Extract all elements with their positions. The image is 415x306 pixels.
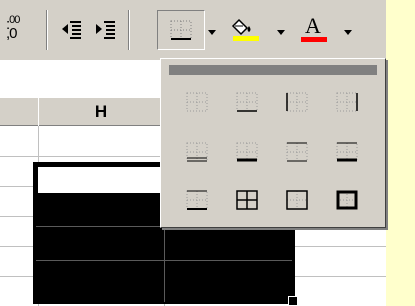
font-color-dropdown-arrow[interactable] xyxy=(344,30,352,35)
increase-indent-icon xyxy=(96,21,115,39)
right-border-icon xyxy=(336,92,358,112)
outside-borders-option[interactable] xyxy=(281,185,313,215)
bottom-double-border-icon xyxy=(186,142,208,162)
top-double-bottom-border-option[interactable] xyxy=(181,185,213,215)
top-double-bottom-border-icon xyxy=(186,190,208,210)
increase-indent-button[interactable] xyxy=(90,14,120,44)
decrease-indent-button[interactable] xyxy=(56,14,86,44)
bottom-border-icon xyxy=(236,92,258,112)
left-border-icon xyxy=(286,92,308,112)
column-header-h[interactable]: H xyxy=(38,98,164,126)
cell-divider xyxy=(36,260,292,261)
no-border-option[interactable] xyxy=(181,87,213,117)
fill-handle[interactable] xyxy=(288,296,298,306)
palette-title-bar[interactable] xyxy=(169,65,377,75)
toolbar-separator xyxy=(128,10,130,50)
borders-button[interactable] xyxy=(157,10,205,50)
top-bottom-border-option[interactable] xyxy=(281,137,313,167)
top-thick-bottom-border-icon xyxy=(336,142,358,162)
thick-bottom-border-icon xyxy=(236,142,258,162)
fill-color-dropdown-arrow[interactable] xyxy=(277,30,285,35)
top-thick-bottom-border-option[interactable] xyxy=(331,137,363,167)
no-border-icon xyxy=(186,92,208,112)
outside-borders-icon xyxy=(286,190,308,210)
decrease-indent-icon xyxy=(62,21,81,39)
font-color-swatch xyxy=(301,37,327,42)
all-borders-option[interactable] xyxy=(231,185,263,215)
right-border-option[interactable] xyxy=(331,87,363,117)
decimal-format-label-2: ,0 xyxy=(6,25,17,42)
fill-color-icon xyxy=(231,18,259,41)
thick-box-border-icon xyxy=(336,190,358,210)
top-bottom-border-icon xyxy=(286,142,308,162)
fill-color-button[interactable] xyxy=(228,14,264,44)
font-color-letter: A xyxy=(305,13,321,38)
formatting-toolbar: :00 ,0 A xyxy=(0,0,386,60)
font-color-button[interactable]: A xyxy=(294,13,334,44)
bottom-double-border-option[interactable] xyxy=(181,137,213,167)
toolbar-separator xyxy=(46,10,48,50)
borders-palette xyxy=(160,58,386,228)
borders-icon xyxy=(170,20,192,40)
borders-dropdown-arrow[interactable] xyxy=(208,30,216,35)
bottom-border-option[interactable] xyxy=(231,87,263,117)
decimal-format-button[interactable]: :00 ,0 xyxy=(6,10,36,46)
all-borders-icon xyxy=(236,190,258,210)
thick-box-border-option[interactable] xyxy=(331,185,363,215)
left-border-option[interactable] xyxy=(281,87,313,117)
thick-bottom-border-option[interactable] xyxy=(231,137,263,167)
